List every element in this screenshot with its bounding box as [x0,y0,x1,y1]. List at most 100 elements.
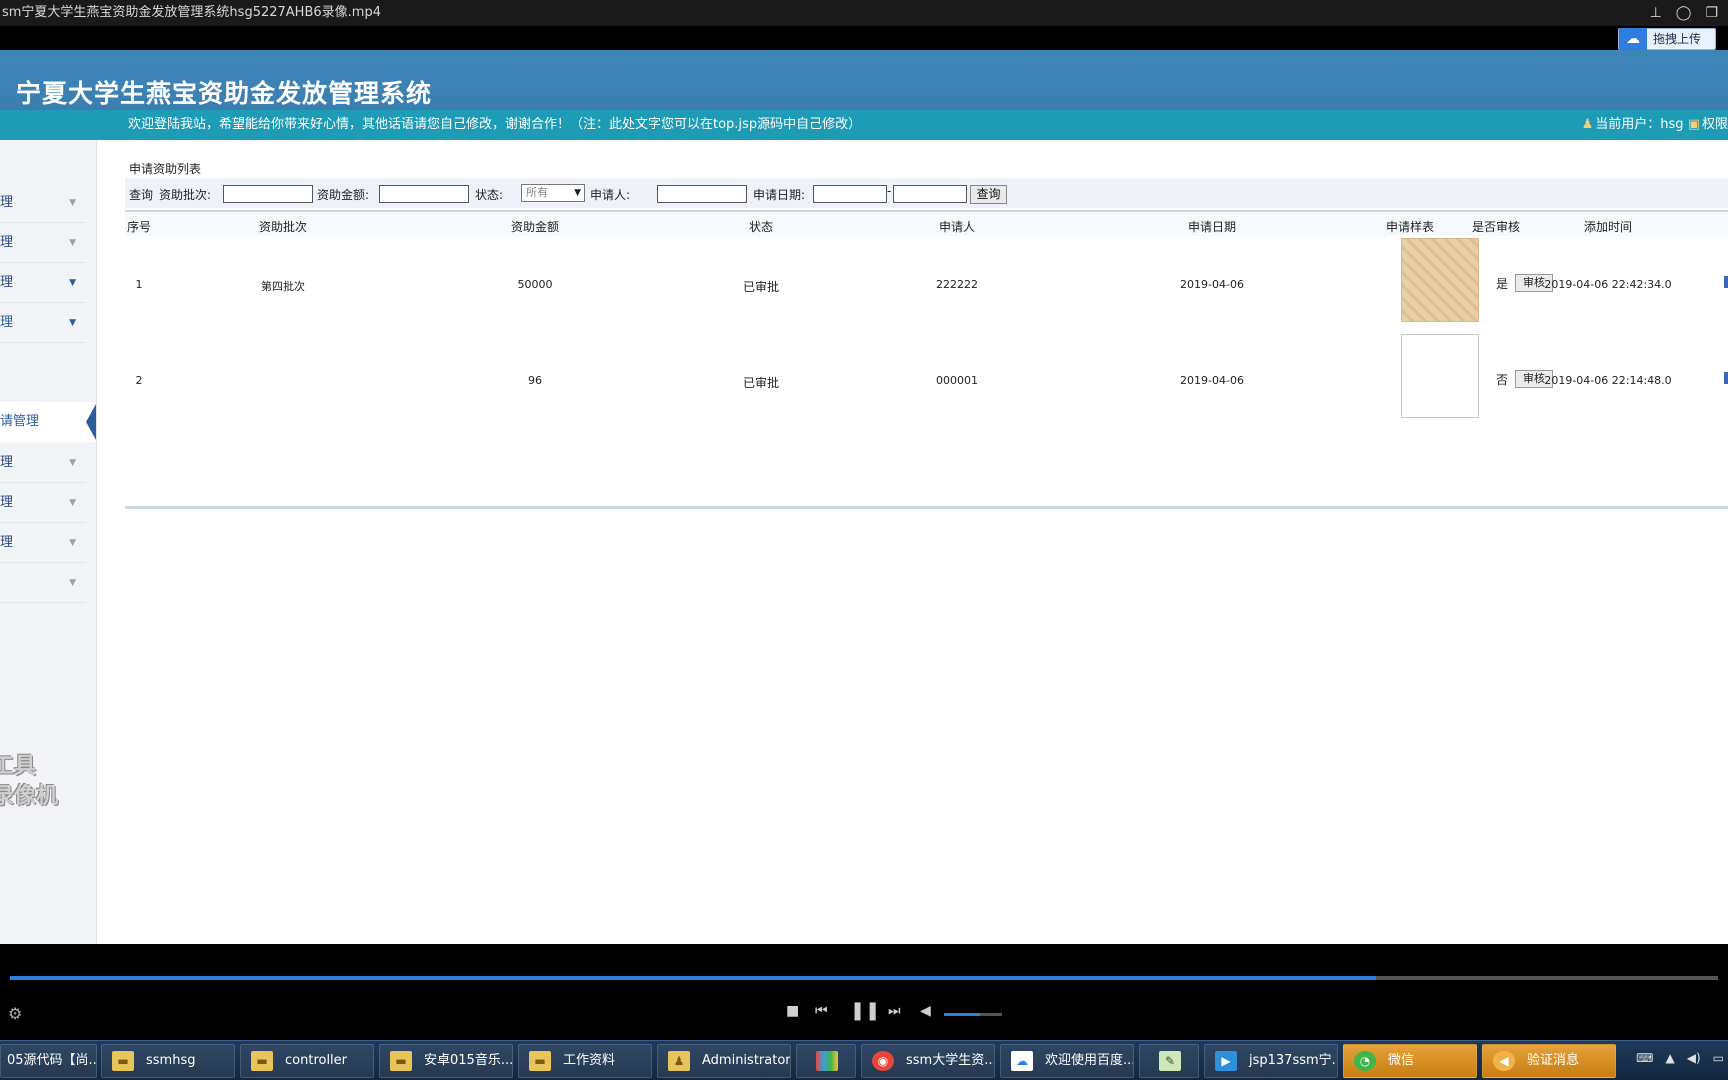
taskbar-item[interactable]: ◉ ssm大学生资... [861,1044,995,1078]
cell-reviewed: 否 [1496,373,1509,387]
system-tray: ⌨ ▲ ◀) ▭ [1636,1051,1724,1065]
app-title: 宁夏大学生燕宝资助金发放管理系统 [16,79,433,108]
chevron-down-icon: ▼ [69,318,76,328]
edit-icon[interactable] [1724,276,1728,288]
active-indicator-icon [86,404,96,440]
video-title: sm宁夏大学生燕宝资助金发放管理系统hsg5227AHB6录像.mp4 [2,5,381,20]
taskbar-item[interactable]: ♟ Administrator [657,1044,791,1078]
table-row: 1 第四批次 50000 已审批 222222 2019-04-06 是 审核 … [125,236,1728,332]
chevron-down-icon: ▼ [69,458,76,468]
sidebar-item[interactable]: 理 ▼ [0,183,86,223]
col-header: 申请日期 [1187,220,1237,234]
volume-slider[interactable] [944,1013,1002,1016]
sidebar-item-label: 理 [0,235,14,250]
search-bar: 查询 资助批次: 资助金额: 状态: 所有 ▼ 申请人: 申请日期: - 查询 [125,178,1728,208]
volume-icon[interactable]: ◀ [920,1001,931,1021]
form-thumbnail[interactable] [1401,238,1479,322]
sidebar-item[interactable]: 理 ▼ [0,263,86,303]
permission-label[interactable]: 权限 [1702,117,1728,132]
taskbar-item[interactable]: ✎ [1139,1044,1199,1078]
date-end-input[interactable] [893,185,967,203]
folder-icon: ▬ [529,1051,551,1071]
cell-date: 2019-04-06 [1180,374,1244,387]
video-icon: ▶ [1215,1051,1237,1071]
query-label: 查询 [129,188,154,202]
tray-expand-icon[interactable]: ▲ [1666,1051,1675,1065]
welcome-bar: 欢迎登陆我站，希望能给你带来好心情，其他话语请您自己修改，谢谢合作！（注：此处文… [0,110,1728,140]
taskbar-item[interactable]: ▬ 安卓015音乐... [379,1044,513,1078]
taskbar-item-label: 05源代码【尚... [7,1053,97,1068]
network-icon[interactable]: ▭ [1713,1051,1724,1065]
video-progress-bar[interactable] [10,976,1718,980]
stop-icon[interactable]: ■ [786,1001,799,1021]
settings-gear-icon[interactable]: ⚙ [8,1004,22,1023]
date-separator: - [887,184,892,198]
cell-index: 1 [135,278,143,291]
cell-applicant: 000001 [936,374,978,387]
watermark-line: 工具 [0,754,37,779]
cell-index: 2 [135,374,143,387]
sidebar-item[interactable]: 理 ▼ [0,443,86,483]
taskbar-item-label: 微信 [1388,1053,1415,1068]
next-icon[interactable]: ⏭ [888,1001,901,1021]
taskbar-item-label: 工作资料 [563,1053,616,1068]
taskbar-item[interactable]: ▬ controller [240,1044,374,1078]
user-icon: ♟ [1581,117,1594,132]
sidebar-subitem-apply-management[interactable]: 请管理 [0,402,96,442]
sidebar-item-active[interactable]: 理 ▼ [0,303,86,343]
applicant-input[interactable] [657,185,747,203]
chrome-icon: ◉ [872,1051,894,1071]
upload-button[interactable]: ☁ 拖拽上传 [1617,28,1716,50]
taskbar-item[interactable]: ◀ 验证消息 [1482,1044,1616,1078]
taskbar-item-label: 安卓015音乐... [424,1053,513,1068]
status-select[interactable]: 所有 ▼ [521,184,585,202]
chevron-down-icon: ▼ [69,198,76,208]
col-header: 添加时间 [1583,220,1633,234]
cell-status: 已审批 [742,280,780,294]
sidebar-item[interactable]: 理 ▼ [0,523,86,563]
sidebar-item-label: 理 [0,195,14,210]
previous-icon[interactable]: ⏮ [815,1001,828,1021]
player-title-bar: sm宁夏大学生燕宝资助金发放管理系统hsg5227AHB6录像.mp4 ⊥ ◯ … [0,0,1728,26]
keyboard-icon[interactable]: ⌨ [1636,1051,1653,1065]
bulb-icon[interactable]: ◯ [1676,0,1692,26]
form-thumbnail-empty[interactable] [1401,334,1479,418]
restore-icon[interactable]: ❐ [1705,0,1718,26]
taskbar-item[interactable]: ▬ ssmhsg [101,1044,235,1078]
taskbar-item[interactable]: 05源代码【尚... [0,1044,97,1078]
web-app: 宁夏大学生燕宝资助金发放管理系统 欢迎登陆我站，希望能给你带来好心情，其他话语请… [0,50,1728,944]
sidebar-item[interactable]: ▼ [0,563,86,603]
chevron-down-icon: ▼ [69,238,76,248]
chevron-down-icon: ▼ [69,578,76,588]
taskbar-item[interactable]: ▶ jsp137ssm宁... [1204,1044,1338,1078]
sidebar-item-label: 理 [0,455,14,470]
taskbar-item[interactable]: ◔ 微信 [1343,1044,1477,1078]
edit-icon[interactable] [1724,372,1728,384]
volume-tray-icon[interactable]: ◀) [1687,1051,1701,1065]
query-button[interactable]: 查询 [970,185,1007,204]
folder-icon: ▬ [112,1051,134,1071]
sidebar-item[interactable]: 理 ▼ [0,223,86,263]
batch-input[interactable] [223,185,313,203]
taskbar-item[interactable]: ☁ 欢迎使用百度... [1000,1044,1134,1078]
permission-icon: ▣ [1687,117,1700,132]
pin-icon[interactable]: ⊥ [1650,0,1662,26]
windows-taskbar: 05源代码【尚... ▬ ssmhsg ▬ controller ▬ 安卓015… [0,1040,1728,1080]
pause-icon[interactable]: ❚❚ [850,1001,880,1021]
recorder-watermark: 工具 录像机 [0,752,58,812]
taskbar-item[interactable]: ▬ 工作资料 [518,1044,652,1078]
sidebar-item[interactable]: 理 ▼ [0,483,86,523]
col-header: 是否审核 [1471,220,1521,234]
taskbar-item-label: ssm大学生资... [906,1053,995,1068]
user-folder-icon: ♟ [668,1051,690,1071]
list-title: 申请资助列表 [129,162,202,176]
app-header: 宁夏大学生燕宝资助金发放管理系统 [0,50,1728,110]
date-start-input[interactable] [813,185,887,203]
cell-reviewed: 是 [1496,277,1509,291]
taskbar-item[interactable] [796,1044,856,1078]
baidu-icon: ☁ [1011,1051,1033,1071]
amount-input[interactable] [379,185,469,203]
volume-fill [944,1013,980,1016]
taskbar-item-label: 欢迎使用百度... [1045,1053,1134,1068]
cell-amount: 96 [528,374,542,387]
